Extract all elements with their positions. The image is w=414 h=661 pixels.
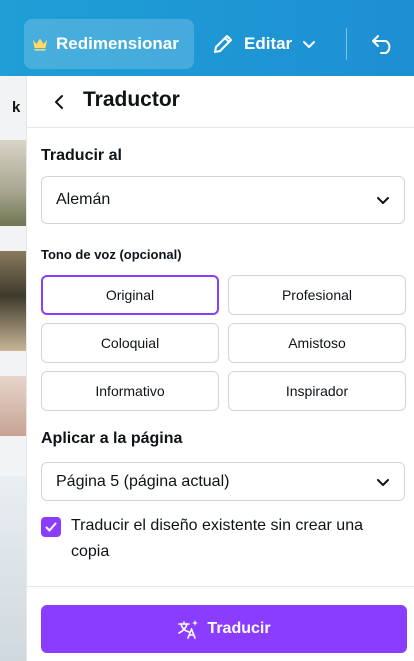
edit-menu-label: Editar	[244, 34, 293, 53]
canvas-image	[0, 376, 26, 436]
target-language-label: Traducir al	[41, 147, 122, 164]
translate-button-label: Traducir	[207, 620, 271, 637]
edit-menu-button[interactable]: Editar	[212, 19, 316, 69]
checkmark-icon	[45, 522, 57, 532]
back-button[interactable]	[45, 88, 73, 116]
undo-icon	[372, 35, 391, 54]
translate-button[interactable]: Traducir	[41, 605, 407, 653]
chevron-left-icon	[55, 95, 63, 109]
tone-option-original[interactable]: Original	[41, 275, 219, 315]
resize-button-label: Redimensionar	[56, 34, 179, 53]
canvas-text-fragment: k	[12, 99, 21, 116]
toolbar-divider	[346, 28, 347, 60]
tone-option-amistoso[interactable]: Amistoso	[228, 323, 406, 363]
tone-option-label: Amistoso	[288, 335, 346, 351]
apply-page-label: Aplicar a la página	[41, 430, 183, 447]
target-language-value: Alemán	[56, 191, 111, 208]
canvas-image	[0, 140, 26, 226]
target-language-select[interactable]: Alemán	[41, 176, 405, 224]
tone-option-label: Original	[105, 287, 155, 303]
translate-in-place-option[interactable]: Traducir el diseño existente sin crear u…	[41, 516, 405, 565]
resize-button[interactable]: Redimensionar	[24, 19, 194, 69]
chevron-down-icon	[377, 197, 389, 204]
tone-option-coloquial[interactable]: Coloquial	[41, 323, 219, 363]
translator-panel: Traductor Traducir al Alemán Tono de voz…	[26, 76, 414, 661]
tone-option-label: Informativo	[95, 383, 165, 399]
translate-in-place-checkbox[interactable]	[41, 517, 61, 537]
design-canvas-peek: k	[0, 76, 26, 661]
tone-option-profesional[interactable]: Profesional	[228, 275, 406, 315]
pencil-icon	[214, 35, 232, 53]
tone-option-inspirador[interactable]: Inspirador	[228, 371, 406, 411]
panel-header: Traductor	[27, 76, 414, 128]
panel-title: Traductor	[83, 88, 180, 111]
tone-option-label: Profesional	[281, 287, 353, 303]
tone-option-informativo[interactable]: Informativo	[41, 371, 219, 411]
translator-screen: Redimensionar Editar k Traductor Traduci…	[0, 0, 414, 661]
canvas-image	[0, 476, 26, 661]
tone-option-label: Inspirador	[285, 383, 349, 399]
tone-option-label: Coloquial	[100, 335, 160, 351]
undo-button[interactable]	[366, 28, 400, 60]
page-select[interactable]: Página 5 (página actual)	[41, 462, 405, 501]
chevron-down-icon	[377, 478, 389, 486]
crown-icon	[33, 38, 47, 51]
translate-in-place-label: Traducir el diseño existente sin crear u…	[71, 517, 363, 560]
translate-sparkle-icon	[178, 620, 199, 639]
footer-divider	[27, 586, 414, 587]
top-toolbar: Redimensionar Editar	[0, 0, 414, 76]
tone-label: Tono de voz (opcional)	[41, 247, 182, 262]
canvas-image	[0, 251, 26, 351]
chevron-down-icon	[303, 41, 316, 48]
page-select-value: Página 5 (página actual)	[56, 472, 230, 490]
